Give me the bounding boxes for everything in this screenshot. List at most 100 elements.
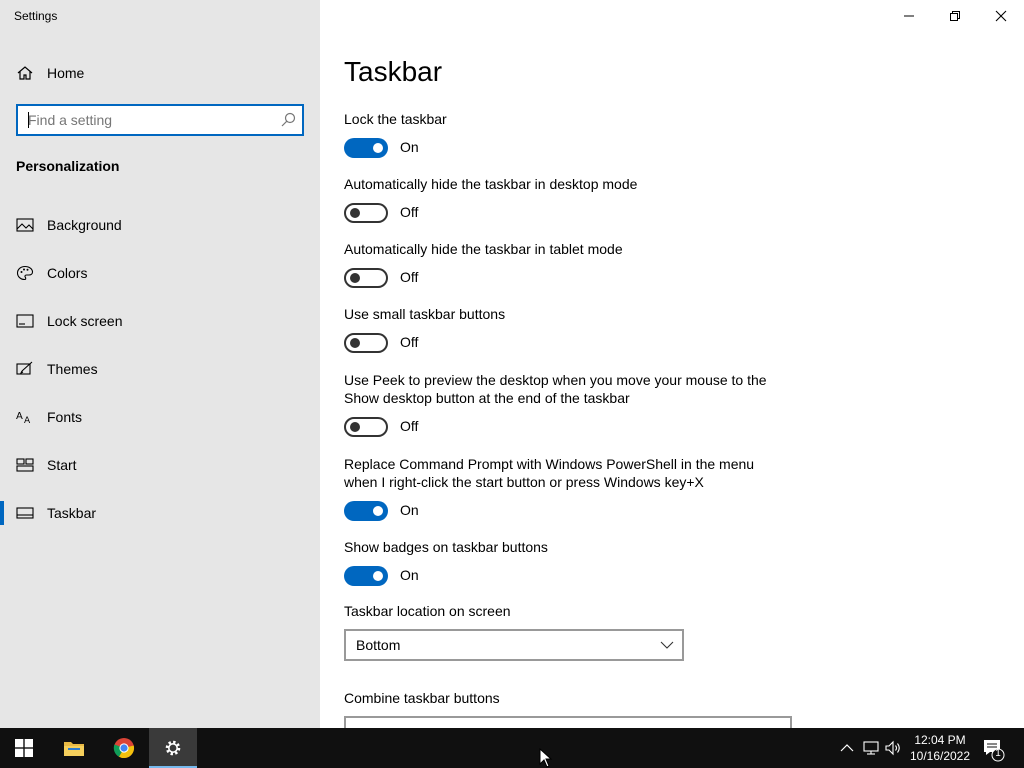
start-icon: [16, 458, 34, 472]
setting-label: Use small taskbar buttons: [344, 306, 506, 322]
toggle-state: Off: [400, 204, 419, 220]
toggle-state: Off: [400, 269, 419, 285]
sidebar-item-label: Background: [47, 217, 122, 233]
setting-badges: Show badges on taskbar buttons On: [344, 538, 784, 588]
setting-label: Automatically hide the taskbar in tablet…: [344, 241, 623, 257]
sidebar-item-label: Fonts: [47, 409, 83, 425]
taskbar-location-dropdown[interactable]: Bottom: [344, 629, 684, 661]
sidebar-item-colors[interactable]: Colors: [0, 253, 320, 293]
notification-count: 1: [995, 748, 1001, 759]
setting-label: Show badges on taskbar buttons: [344, 539, 548, 555]
file-explorer-button[interactable]: [50, 728, 98, 768]
image-icon: [16, 218, 34, 232]
sidebar-item-label: Themes: [47, 361, 98, 377]
sidebar-item-home[interactable]: Home: [0, 58, 320, 88]
palette-icon: [16, 265, 34, 281]
toggle-switch[interactable]: [344, 417, 388, 437]
setting-small-buttons: Use small taskbar buttons Off: [344, 305, 784, 355]
setting-autohide-desktop: Automatically hide the taskbar in deskto…: [344, 175, 784, 225]
home-icon: [17, 66, 33, 80]
toggle-knob: [373, 506, 383, 516]
search-icon[interactable]: [280, 112, 296, 128]
settings-taskbar-button[interactable]: [149, 728, 197, 768]
combine-buttons-dropdown[interactable]: [344, 716, 792, 728]
setting-autohide-tablet: Automatically hide the taskbar in tablet…: [344, 240, 784, 290]
toggle-switch[interactable]: [344, 501, 388, 521]
chevron-down-icon: [660, 641, 674, 649]
toggle-switch[interactable]: [344, 138, 388, 158]
setting-lock-taskbar: Lock the taskbar On: [344, 110, 784, 160]
setting-label: Replace Command Prompt with Windows Powe…: [344, 456, 755, 490]
setting-peek: Use Peek to preview the desktop when you…: [344, 371, 784, 439]
app-title: Settings: [14, 9, 58, 23]
restore-button[interactable]: [932, 0, 978, 32]
svg-text:A: A: [24, 416, 31, 425]
sidebar-item-themes[interactable]: Themes: [0, 349, 320, 389]
search-input[interactable]: [18, 106, 268, 134]
toggle-switch[interactable]: [344, 268, 388, 288]
sidebar-item-start[interactable]: Start: [0, 445, 320, 485]
minimize-icon: [904, 15, 914, 17]
toggle-state: Off: [400, 418, 419, 434]
close-icon: [995, 10, 1007, 22]
toggle-switch[interactable]: [344, 566, 388, 586]
minimize-button[interactable]: [886, 0, 932, 32]
sidebar-item-fonts[interactable]: A A Fonts: [0, 397, 320, 437]
setting-label: Use Peek to preview the desktop when you…: [344, 372, 767, 406]
text-caret: [28, 112, 29, 128]
toggle-switch[interactable]: [344, 203, 388, 223]
sidebar-item-label: Lock screen: [47, 313, 123, 329]
search-field[interactable]: [16, 104, 304, 136]
clock-time: 12:04 PM: [914, 733, 966, 747]
toggle-switch[interactable]: [344, 333, 388, 353]
section-title: Personalization: [16, 158, 120, 174]
toggle-state: On: [400, 502, 419, 518]
toggle-knob: [373, 571, 383, 581]
close-button[interactable]: [978, 0, 1024, 32]
chrome-icon: [113, 738, 135, 759]
start-button[interactable]: [0, 728, 48, 768]
dropdown-value: Bottom: [356, 637, 401, 653]
sidebar-item-label: Home: [47, 65, 85, 81]
chrome-button[interactable]: [100, 728, 148, 768]
toggle-state: On: [400, 567, 419, 583]
folder-icon: [64, 742, 84, 756]
chevron-up-icon[interactable]: [838, 739, 856, 757]
lock-screen-icon: [16, 314, 34, 328]
windows-logo-icon: [15, 739, 33, 757]
active-indicator: [0, 501, 4, 525]
sidebar-item-label: Colors: [47, 265, 88, 281]
network-icon[interactable]: [862, 739, 880, 757]
taskbar: 12:04 PM 10/16/2022 1: [0, 728, 1024, 768]
taskbar-icon: [16, 507, 34, 519]
mouse-cursor-icon: [539, 748, 553, 768]
sidebar-item-taskbar[interactable]: Taskbar: [0, 493, 320, 533]
volume-icon[interactable]: [884, 739, 902, 757]
notification-icon: [984, 740, 1005, 762]
toggle-knob: [350, 338, 360, 348]
setting-label: Lock the taskbar: [344, 111, 447, 127]
sidebar-item-lock-screen[interactable]: Lock screen: [0, 301, 320, 341]
toggle-state: On: [400, 139, 419, 155]
restore-icon: [950, 11, 960, 21]
toggle-knob: [350, 422, 360, 432]
action-center-button[interactable]: 1: [980, 728, 1024, 768]
themes-icon: [16, 361, 33, 375]
main-panel: Taskbar Lock the taskbar On Automaticall…: [320, 0, 1024, 728]
svg-text:A: A: [16, 411, 23, 422]
page-title: Taskbar: [344, 56, 443, 87]
toggle-state: Off: [400, 334, 419, 350]
taskbar-location-label: Taskbar location on screen: [344, 603, 511, 619]
toggle-knob: [350, 208, 360, 218]
setting-powershell: Replace Command Prompt with Windows Powe…: [344, 455, 764, 523]
sidebar-item-label: Taskbar: [47, 505, 97, 521]
toggle-knob: [373, 143, 383, 153]
sidebar-item-background[interactable]: Background: [0, 205, 320, 245]
clock-date: 10/16/2022: [909, 749, 971, 763]
fonts-icon: A A: [16, 411, 31, 425]
toggle-knob: [350, 273, 360, 283]
sidebar-item-label: Start: [47, 457, 77, 473]
setting-label: Automatically hide the taskbar in deskto…: [344, 176, 638, 192]
combine-buttons-label: Combine taskbar buttons: [344, 690, 500, 706]
clock[interactable]: 12:04 PM 10/16/2022: [904, 732, 976, 764]
